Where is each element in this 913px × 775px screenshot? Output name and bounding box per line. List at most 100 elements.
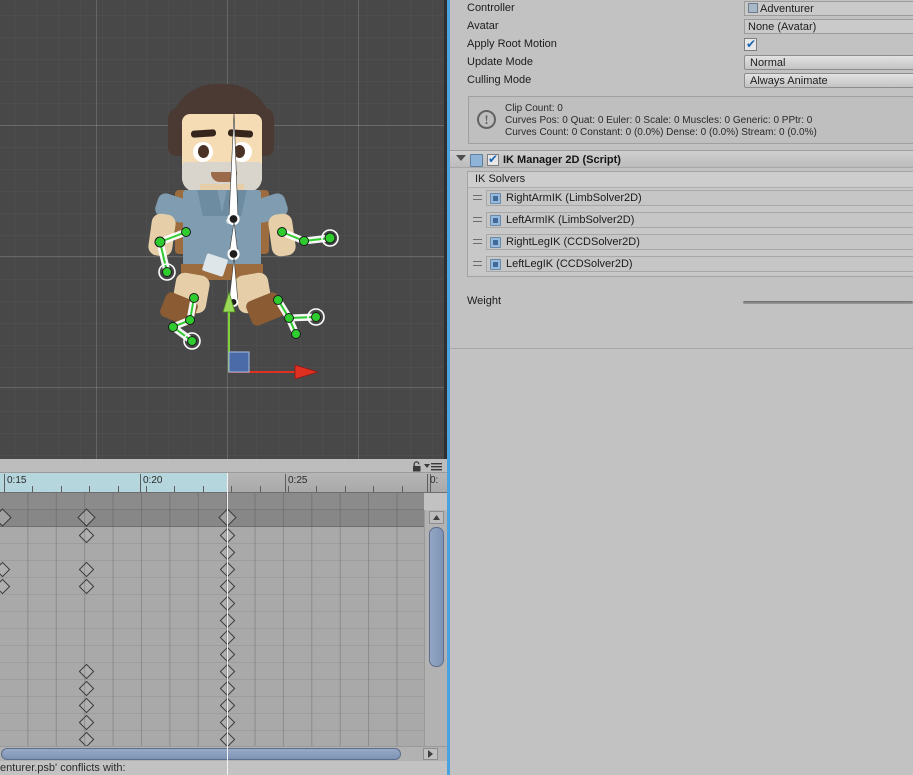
hamburger-menu-icon[interactable] — [424, 461, 442, 472]
animation-window[interactable]: 0:15 0:20 0:25 0: enturer.psb' conflicts wi… — [0, 459, 447, 775]
script-icon — [490, 215, 501, 226]
property-row-update-mode[interactable]: Update Mode Normal — [450, 54, 913, 72]
script-icon — [490, 259, 501, 270]
ik-gizmo-overlay[interactable] — [0, 0, 447, 459]
timeline-horizontal-scroll-thumb[interactable] — [1, 748, 401, 760]
restore-row: Restore Default Pose — [450, 314, 913, 338]
ruler-label: 0: — [430, 475, 439, 486]
dopesheet-summary-row[interactable] — [0, 508, 424, 527]
ik-solver-row[interactable]: RightLegIK (CCDSolver2D) — [468, 232, 913, 254]
lock-icon[interactable] — [411, 461, 422, 472]
ik-solvers-list[interactable]: IK Solvers RightArmIK (LimbSolver2D) Left… — [467, 171, 913, 277]
dopesheet-row[interactable] — [0, 697, 424, 714]
ruler-tick-minor — [174, 486, 175, 492]
timeline-horizontal-scrollbar[interactable] — [0, 746, 447, 761]
ik-chain-left-leg — [273, 295, 325, 339]
ruler-tick-minor — [288, 486, 289, 492]
timeline-ruler[interactable]: 0:15 0:20 0:25 0: — [0, 473, 447, 493]
controller-object-field[interactable]: Adventurer — [744, 1, 913, 16]
script-icon — [470, 154, 483, 167]
status-bar: enturer.psb' conflicts with: — [0, 761, 447, 775]
status-message: enturer.psb' conflicts with: — [0, 762, 126, 774]
dopesheet-row[interactable] — [0, 629, 424, 646]
ruler-tick-minor — [146, 486, 147, 492]
dopesheet-row[interactable] — [0, 544, 424, 561]
component-enabled-checkbox[interactable] — [487, 152, 499, 166]
dopesheet-row[interactable] — [0, 527, 424, 544]
keyframe-diamond[interactable] — [78, 731, 94, 748]
property-row-avatar[interactable]: Avatar None (Avatar) — [450, 18, 913, 36]
ruler-tick-minor — [231, 486, 232, 492]
drag-handle-icon[interactable] — [473, 217, 482, 222]
ik-solver-row[interactable]: LeftArmIK (LimbSolver2D) — [468, 210, 913, 232]
bone-spine-lower — [227, 221, 240, 261]
dopesheet-row[interactable] — [0, 646, 424, 663]
keyframe-diamond[interactable] — [78, 561, 94, 578]
ruler-label: 0:25 — [288, 475, 308, 486]
drag-handle-icon[interactable] — [473, 261, 482, 266]
ruler-tick-minor — [345, 486, 346, 492]
ruler-tick-minor — [32, 486, 33, 492]
keyframe-diamond[interactable] — [0, 578, 10, 595]
ik-solver-object-field[interactable]: LeftArmIK (LimbSolver2D) — [486, 212, 913, 228]
dopesheet-rows[interactable] — [0, 527, 424, 775]
weight-property-row[interactable]: Weight — [450, 292, 913, 314]
avatar-object-field[interactable]: None (Avatar) — [744, 19, 913, 34]
scroll-up-arrow[interactable] — [429, 511, 444, 524]
controller-value: Adventurer — [760, 3, 814, 15]
keyframe-diamond[interactable] — [78, 663, 94, 680]
avatar-value: None (Avatar) — [748, 21, 817, 33]
ik-solver-object-field[interactable]: LeftLegIK (CCDSolver2D) — [486, 256, 913, 272]
apply-root-motion-checkbox[interactable] — [744, 37, 757, 51]
property-label: Avatar — [467, 20, 499, 32]
ik-solver-row[interactable]: RightArmIK (LimbSolver2D) — [468, 188, 913, 210]
component-header-ik-manager-2d[interactable]: IK Manager 2D (Script) — [450, 150, 913, 168]
ruler-tick-minor — [373, 486, 374, 492]
ik-solver-object-field[interactable]: RightArmIK (LimbSolver2D) — [486, 190, 913, 206]
keyframe-diamond[interactable] — [76, 508, 96, 527]
inspector-panel[interactable]: Controller Adventurer Avatar None (Avata… — [447, 0, 913, 775]
ik-solver-object-field[interactable]: RightLegIK (CCDSolver2D) — [486, 234, 913, 250]
drag-handle-icon[interactable] — [473, 239, 482, 244]
dopesheet-row[interactable] — [0, 680, 424, 697]
timeline-playhead[interactable] — [227, 473, 228, 775]
dopesheet-row[interactable] — [0, 663, 424, 680]
scroll-right-arrow[interactable] — [423, 748, 438, 760]
property-row-culling-mode[interactable]: Culling Mode Always Animate — [450, 72, 913, 90]
keyframe-diamond[interactable] — [78, 680, 94, 697]
ik-solver-rows[interactable]: RightArmIK (LimbSolver2D) LeftArmIK (Limb… — [468, 188, 913, 276]
animation-toolbar[interactable] — [0, 459, 447, 473]
drag-handle-icon[interactable] — [473, 195, 482, 200]
chevron-down-icon[interactable] — [456, 155, 466, 161]
timeline-vertical-scrollbar[interactable] — [424, 510, 447, 775]
keyframe-diamond[interactable] — [0, 508, 12, 527]
animator-info-box: ! Clip Count: 0 Curves Pos: 0 Quat: 0 Eu… — [468, 96, 913, 144]
bone-spine-upper — [227, 112, 240, 226]
property-row-apply-root-motion[interactable]: Apply Root Motion — [450, 36, 913, 54]
dopesheet-row[interactable] — [0, 612, 424, 629]
warning-info-icon: ! — [477, 110, 496, 129]
dopesheet-row[interactable] — [0, 595, 424, 612]
keyframe-diamond[interactable] — [78, 697, 94, 714]
ruler-tick-minor — [203, 486, 204, 492]
update-mode-dropdown[interactable]: Normal — [744, 55, 913, 70]
culling-mode-dropdown[interactable]: Always Animate — [744, 73, 913, 88]
script-icon — [490, 237, 501, 248]
keyframe-diamond[interactable] — [78, 527, 94, 544]
property-row-controller[interactable]: Controller Adventurer — [450, 0, 913, 18]
property-label: Apply Root Motion — [467, 38, 557, 50]
ik-solvers-label: IK Solvers — [468, 172, 913, 188]
ruler-tick-major — [4, 474, 5, 492]
dopesheet-row[interactable] — [0, 578, 424, 595]
timeline-vertical-scroll-thumb[interactable] — [429, 527, 444, 667]
ruler-tick-minor — [402, 486, 403, 492]
ik-solver-row[interactable]: LeftLegIK (CCDSolver2D) — [468, 254, 913, 276]
keyframe-diamond[interactable] — [78, 578, 94, 595]
info-line-2: Curves Pos: 0 Quat: 0 Euler: 0 Scale: 0 … — [505, 115, 813, 126]
keyframe-diamond[interactable] — [0, 561, 10, 578]
scene-view[interactable] — [0, 0, 447, 459]
dopesheet-row[interactable] — [0, 561, 424, 578]
dopesheet-row[interactable] — [0, 714, 424, 731]
weight-slider[interactable] — [743, 301, 913, 304]
keyframe-diamond[interactable] — [78, 714, 94, 731]
